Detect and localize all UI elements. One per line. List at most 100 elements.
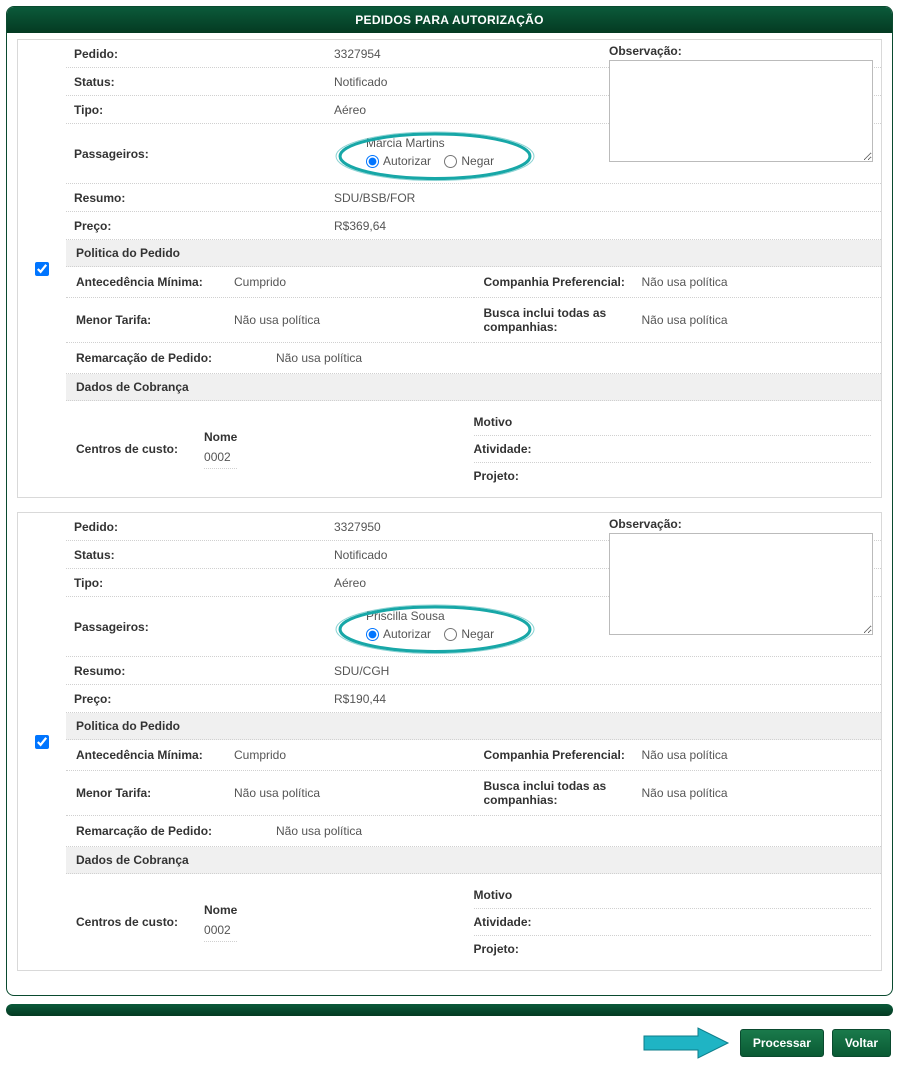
voltar-button[interactable]: Voltar — [832, 1029, 891, 1057]
cell-antecedencia: Antecedência Mínima: Cumprido — [66, 740, 474, 771]
request-card: Pedido: 3327954 Observação: Status: Noti… — [17, 39, 882, 498]
passenger-box: Marcia Martins Autorizar Negar — [334, 130, 536, 177]
label-remarcacao: Remarcação de Pedido: — [76, 824, 276, 838]
radio-autorizar[interactable] — [366, 155, 379, 168]
cobranca-right: Motivo Atividade: Projeto: — [474, 409, 872, 489]
value-centro-custo: 0002 — [204, 923, 237, 942]
actions-row: Processar Voltar — [0, 1020, 899, 1070]
row-pedido: Pedido: 3327954 Observação: — [66, 40, 881, 68]
label-tipo: Tipo: — [74, 103, 334, 117]
cell-companhia-pref: Companhia Preferencial: Não usa política — [474, 267, 882, 298]
label-busca-inclui: Busca inclui todas as companhias: — [484, 306, 642, 334]
cobranca-right: Motivo Atividade: Projeto: — [474, 882, 872, 962]
section-cobranca: Dados de Cobrança — [66, 374, 881, 401]
passenger-name: Marcia Martins — [366, 136, 504, 150]
select-request-wrapper — [18, 513, 66, 970]
section-cobranca: Dados de Cobrança — [66, 847, 881, 874]
label-projeto: Projeto: — [474, 936, 872, 962]
panel-body: Pedido: 3327954 Observação: Status: Noti… — [7, 33, 892, 995]
passenger-name: Priscilla Sousa — [366, 609, 504, 623]
processar-button[interactable]: Processar — [740, 1029, 824, 1057]
politica-grid: Antecedência Mínima: Cumprido Companhia … — [66, 740, 881, 816]
row-remarcacao: Remarcação de Pedido: Não usa política — [66, 343, 881, 374]
cell-antecedencia: Antecedência Mínima: Cumprido — [66, 267, 474, 298]
label-passageiros: Passageiros: — [74, 620, 334, 634]
panel-title: PEDIDOS PARA AUTORIZAÇÃO — [7, 7, 892, 33]
value-busca-inclui: Não usa política — [642, 313, 728, 327]
row-pedido: Pedido: 3327950 Observação: — [66, 513, 881, 541]
value-companhia-pref: Não usa política — [642, 748, 728, 762]
label-motivo: Motivo — [474, 409, 872, 436]
label-status: Status: — [74, 75, 334, 89]
value-centro-custo: 0002 — [204, 450, 237, 469]
radio-autorizar-label[interactable]: Autorizar — [366, 154, 431, 168]
label-tipo: Tipo: — [74, 576, 334, 590]
radio-negar[interactable] — [444, 628, 457, 641]
label-status: Status: — [74, 548, 334, 562]
value-companhia-pref: Não usa política — [642, 275, 728, 289]
label-menor-tarifa: Menor Tarifa: — [76, 786, 234, 800]
centros-custo-sub: Nome 0002 — [204, 430, 237, 469]
radio-autorizar[interactable] — [366, 628, 379, 641]
row-preco: Preço: R$369,64 — [66, 212, 881, 240]
select-request-wrapper — [18, 40, 66, 497]
row-resumo: Resumo: SDU/BSB/FOR — [66, 184, 881, 212]
observation-wrapper: Observação: — [609, 44, 873, 165]
label-companhia-pref: Companhia Preferencial: — [484, 748, 642, 762]
cell-busca-inclui: Busca inclui todas as companhias: Não us… — [474, 298, 882, 343]
label-atividade: Atividade: — [474, 909, 872, 936]
passenger-box: Priscilla Sousa Autorizar Negar — [334, 603, 536, 650]
cobranca-grid: Centros de custo: Nome 0002 Motivo Ativi… — [66, 401, 881, 497]
cobranca-left: Centros de custo: Nome 0002 — [76, 882, 474, 962]
label-motivo: Motivo — [474, 882, 872, 909]
value-antecedencia: Cumprido — [234, 275, 286, 289]
section-politica: Politica do Pedido — [66, 713, 881, 740]
label-menor-tarifa: Menor Tarifa: — [76, 313, 234, 327]
radio-negar[interactable] — [444, 155, 457, 168]
request-content: Pedido: 3327950 Observação: Status: Noti… — [66, 513, 881, 970]
label-nome: Nome — [204, 903, 237, 917]
value-menor-tarifa: Não usa política — [234, 786, 320, 800]
value-remarcacao: Não usa política — [276, 824, 362, 838]
label-projeto: Projeto: — [474, 463, 872, 489]
cell-menor-tarifa: Menor Tarifa: Não usa política — [66, 298, 474, 343]
label-busca-inclui: Busca inclui todas as companhias: — [484, 779, 642, 807]
observation-textarea[interactable] — [609, 533, 873, 635]
radio-autorizar-label[interactable]: Autorizar — [366, 627, 431, 641]
cell-busca-inclui: Busca inclui todas as companhias: Não us… — [474, 771, 882, 816]
label-antecedencia: Antecedência Mínima: — [76, 275, 234, 289]
cobranca-grid: Centros de custo: Nome 0002 Motivo Ativi… — [66, 874, 881, 970]
label-antecedencia: Antecedência Mínima: — [76, 748, 234, 762]
observation-wrapper: Observação: — [609, 517, 873, 638]
label-centros-custo: Centros de custo: — [76, 915, 178, 929]
cobranca-left: Centros de custo: Nome 0002 — [76, 409, 474, 489]
label-observacao: Observação: — [609, 517, 873, 531]
label-resumo: Resumo: — [74, 191, 334, 205]
section-politica: Politica do Pedido — [66, 240, 881, 267]
select-request-checkbox[interactable] — [35, 735, 49, 749]
radio-negar-label[interactable]: Negar — [444, 627, 494, 641]
value-busca-inclui: Não usa política — [642, 786, 728, 800]
select-request-checkbox[interactable] — [35, 262, 49, 276]
label-companhia-pref: Companhia Preferencial: — [484, 275, 642, 289]
label-atividade: Atividade: — [474, 436, 872, 463]
footer-bar — [6, 1004, 893, 1016]
radio-negar-label[interactable]: Negar — [444, 154, 494, 168]
authorization-panel: PEDIDOS PARA AUTORIZAÇÃO Pedido: 3327954… — [6, 6, 893, 996]
value-resumo: SDU/CGH — [334, 664, 873, 678]
passenger-radios: Autorizar Negar — [366, 627, 504, 644]
row-resumo: Resumo: SDU/CGH — [66, 657, 881, 685]
label-resumo: Resumo: — [74, 664, 334, 678]
label-nome: Nome — [204, 430, 237, 444]
label-remarcacao: Remarcação de Pedido: — [76, 351, 276, 365]
observation-textarea[interactable] — [609, 60, 873, 162]
request-content: Pedido: 3327954 Observação: Status: Noti… — [66, 40, 881, 497]
label-centros-custo: Centros de custo: — [76, 442, 178, 456]
value-antecedencia: Cumprido — [234, 748, 286, 762]
passenger-radios: Autorizar Negar — [366, 154, 504, 171]
label-passageiros: Passageiros: — [74, 147, 334, 161]
label-pedido: Pedido: — [74, 47, 334, 61]
value-preco: R$190,44 — [334, 692, 873, 706]
centros-custo-sub: Nome 0002 — [204, 903, 237, 942]
cell-menor-tarifa: Menor Tarifa: Não usa política — [66, 771, 474, 816]
